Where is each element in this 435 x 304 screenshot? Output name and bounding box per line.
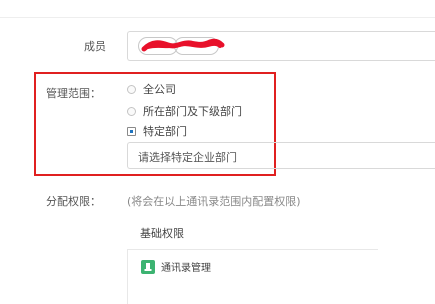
basic-permissions-title: 基础权限	[140, 227, 184, 240]
redaction-scribble	[141, 38, 225, 52]
scope-option-label: 特定部门	[143, 125, 187, 138]
top-divider	[0, 17, 435, 18]
permission-item-contacts[interactable]: 通讯录管理	[141, 259, 211, 274]
scope-option-label: 所在部门及下级部门	[143, 105, 242, 118]
permission-label: 通讯录管理	[161, 263, 211, 274]
radio-checked-icon[interactable]	[127, 126, 136, 136]
scope-option-label: 全公司	[143, 83, 176, 96]
assign-permissions-label: 分配权限：	[46, 195, 101, 208]
member-label: 成员	[84, 40, 106, 53]
scope-option-company[interactable]: 全公司	[127, 82, 176, 96]
contacts-icon	[141, 259, 155, 274]
dept-select-placeholder: 请选择特定企业部门	[138, 151, 237, 164]
dept-select-input[interactable]: 请选择特定企业部门	[127, 142, 435, 169]
scope-option-own-dept[interactable]: 所在部门及下级部门	[127, 104, 242, 118]
scope-option-specific-dept[interactable]: 特定部门	[127, 124, 187, 138]
permissions-panel: 通讯录管理	[127, 249, 378, 304]
radio-icon[interactable]	[127, 84, 136, 94]
scope-label: 管理范围：	[46, 87, 101, 100]
permission-settings-page: 成员 管理范围： 全公司 所在部门及下级部门 特定部门 请选择特定企业部门 分配…	[0, 0, 435, 304]
assign-note: (将会在以上通讯录范围内配置权限)	[127, 195, 301, 208]
radio-icon[interactable]	[127, 106, 136, 116]
